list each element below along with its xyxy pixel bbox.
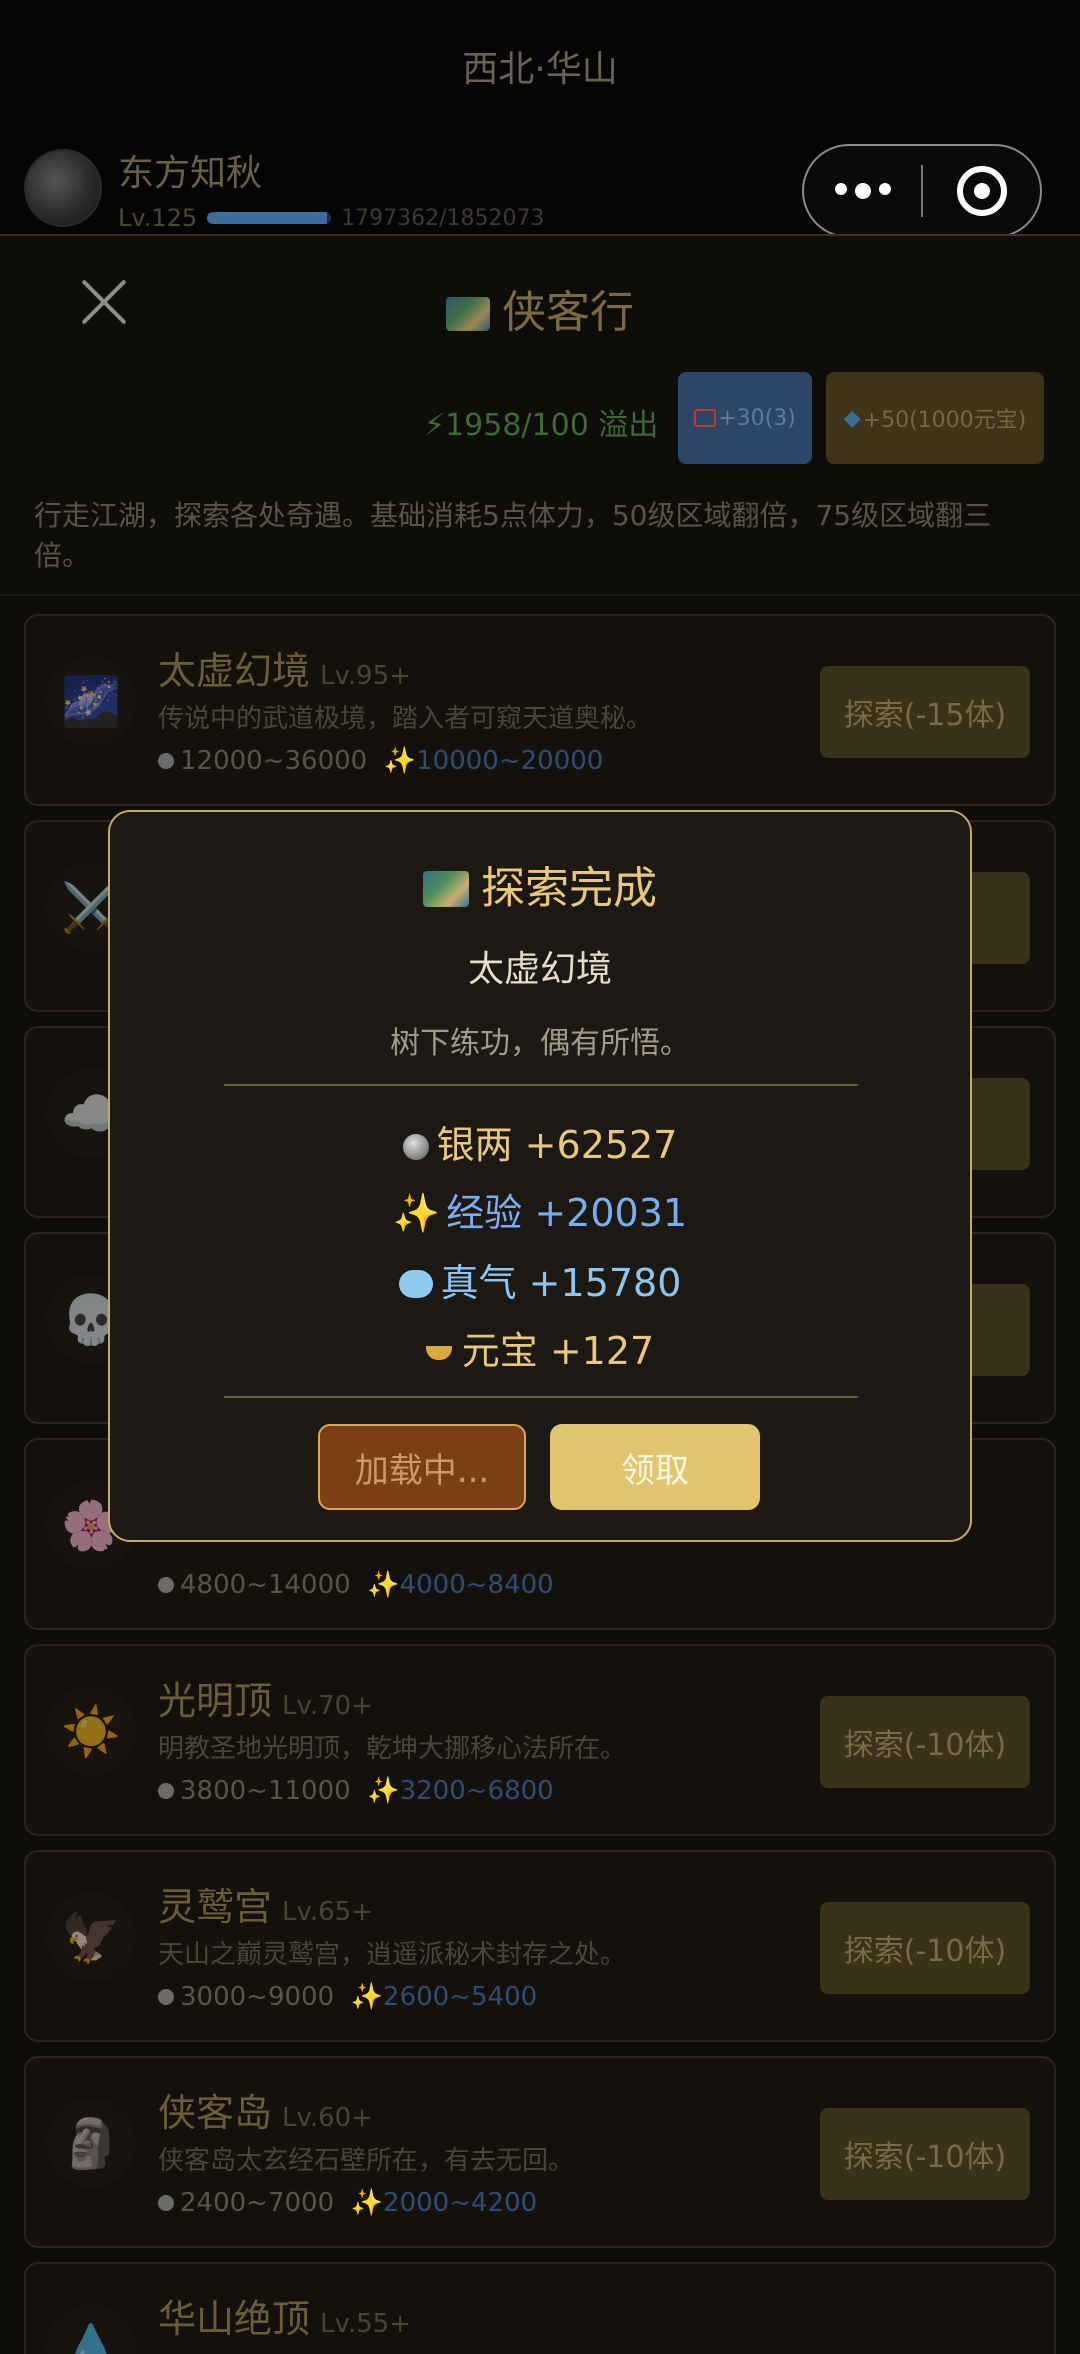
area-icon: 🗿 <box>46 2098 136 2188</box>
area-desc: 明教圣地光明顶，乾坤大挪移心法所在。 <box>158 1734 627 1764</box>
area-card: 🦅 灵鹫宫 Lv.65+ 天山之巅灵鹫宫，逍遥派秘术封存之处。 3000~9000 ✨2… <box>24 1850 1056 2042</box>
area-icon: 🌌 <box>46 656 136 746</box>
panel-title: 侠客行 <box>0 276 1080 340</box>
buy-stamina-button[interactable]: ◆ +50(1000元宝) <box>826 372 1044 464</box>
more-menu-icon[interactable] <box>804 183 921 199</box>
area-name: 华山绝顶 Lv.55+ <box>158 2297 412 2341</box>
silver-icon <box>158 1989 174 2005</box>
stamina-display: ⚡1958/100 溢出 <box>424 408 659 443</box>
modal-title: 探索完成 <box>110 852 970 916</box>
area-level: Lv.65+ <box>282 1897 374 1927</box>
explore-button[interactable]: 探索(-10体) <box>820 1696 1030 1788</box>
area-name: 光明顶 Lv.70+ <box>158 1679 374 1723</box>
reward-yuanbao: 元宝 +127 <box>110 1320 970 1375</box>
watch-ad-stamina-button[interactable]: +30(3) <box>678 372 812 464</box>
area-card: 🌌 太虚幻境 Lv.95+ 传说中的武道极境，踏入者可窥天道奥秘。 12000~3600… <box>24 614 1056 806</box>
close-miniprogram-icon[interactable] <box>923 166 1040 216</box>
avatar[interactable] <box>24 149 102 227</box>
player-level: Lv.125 <box>118 204 198 232</box>
reward-silver: 银两 +62527 <box>110 1114 970 1169</box>
area-rewards: 4800~14000 ✨4000~8400 <box>158 1570 554 1600</box>
silver-icon <box>158 1577 174 1593</box>
area-level: Lv.55+ <box>320 2309 412 2339</box>
area-name: 太虚幻境 Lv.95+ <box>158 649 412 693</box>
exp-bar <box>207 212 332 224</box>
exp-bar-fill <box>207 212 328 224</box>
sparkle-icon: ✨ <box>367 1570 400 1600</box>
area-desc: 侠客岛太玄经石壁所在，有去无回。 <box>158 2146 575 2176</box>
area-rewards: 12000~36000 ✨10000~20000 <box>158 746 603 776</box>
area-desc: 天山之巅灵鹫宫，逍遥派秘术封存之处。 <box>158 1940 627 1970</box>
wind-icon <box>398 1270 433 1298</box>
player-name: 东方知秋 <box>118 153 263 194</box>
area-rewards: 3000~9000 ✨2600~5400 <box>158 1982 537 2012</box>
area-name: 灵鹫宫 Lv.65+ <box>158 1885 374 1929</box>
reward-qi: 真气 +15780 <box>110 1252 970 1307</box>
explore-button[interactable]: 探索(-15体) <box>820 666 1030 758</box>
intro-text: 行走江湖，探索各处奇遇。基础消耗5点体力，50级区域翻倍，75级区域翻三倍。 <box>34 499 992 572</box>
sparkle-icon: ✨ <box>350 2188 384 2218</box>
area-card: ☀️ 光明顶 Lv.70+ 明教圣地光明顶，乾坤大挪移心法所在。 3800~11000 … <box>24 1644 1056 1836</box>
area-icon: 🦅 <box>46 1892 136 1982</box>
silver-icon <box>402 1134 429 1160</box>
area-card: 🗿 侠客岛 Lv.60+ 侠客岛太玄经石壁所在，有去无回。 2400~7000 ✨200… <box>24 2056 1056 2248</box>
area-card: 💧 华山绝顶 Lv.55+ <box>24 2262 1056 2354</box>
area-rewards: 3800~11000 ✨3200~6800 <box>158 1776 554 1806</box>
map-icon <box>446 297 490 331</box>
silver-icon <box>158 2195 174 2211</box>
explore-button[interactable]: 探索(-10体) <box>820 2108 1030 2200</box>
map-icon <box>423 871 469 907</box>
area-icon: ☀️ <box>46 1686 136 1776</box>
sparkle-icon: ✨ <box>350 1982 384 2012</box>
modal-desc: 树下练功，偶有所悟。 <box>390 1026 690 1061</box>
sparkle-icon: ✨ <box>392 1191 441 1235</box>
sparkle-icon: ✨ <box>383 746 417 776</box>
modal-place: 太虚幻境 <box>467 949 612 990</box>
area-rewards: 2400~7000 ✨2000~4200 <box>158 2188 537 2218</box>
reward-exp: ✨ 经验 +20031 <box>392 1191 688 1235</box>
player-info[interactable]: 东方知秋 Lv.125 1797362/1852073 <box>24 144 545 232</box>
area-level: Lv.95+ <box>320 661 412 691</box>
sparkle-icon: ✨ <box>367 1776 400 1806</box>
loading-button[interactable]: 加载中... <box>318 1424 526 1510</box>
diamond-icon: ◆ <box>843 405 861 431</box>
claim-button[interactable]: 领取 <box>550 1424 760 1510</box>
tv-icon <box>694 409 717 427</box>
area-icon: 💧 <box>46 2304 136 2354</box>
exp-text: 1797362/1852073 <box>341 205 545 231</box>
area-desc: 传说中的武道极境，踏入者可窥天道奥秘。 <box>158 704 653 734</box>
area-level: Lv.70+ <box>282 1691 374 1721</box>
silver-icon <box>158 753 174 769</box>
explore-result-modal: 探索完成 太虚幻境 树下练功，偶有所悟。 银两 +62527 ✨ 经验 +2003… <box>108 810 972 1542</box>
area-level: Lv.60+ <box>282 2103 374 2133</box>
explore-button[interactable]: 探索(-10体) <box>820 1902 1030 1994</box>
ingot-icon <box>425 1346 452 1360</box>
area-name: 侠客岛 Lv.60+ <box>158 2091 374 2135</box>
silver-icon <box>158 1783 174 1799</box>
miniprogram-capsule <box>802 144 1042 238</box>
location-title: 西北·华山 <box>462 49 618 90</box>
